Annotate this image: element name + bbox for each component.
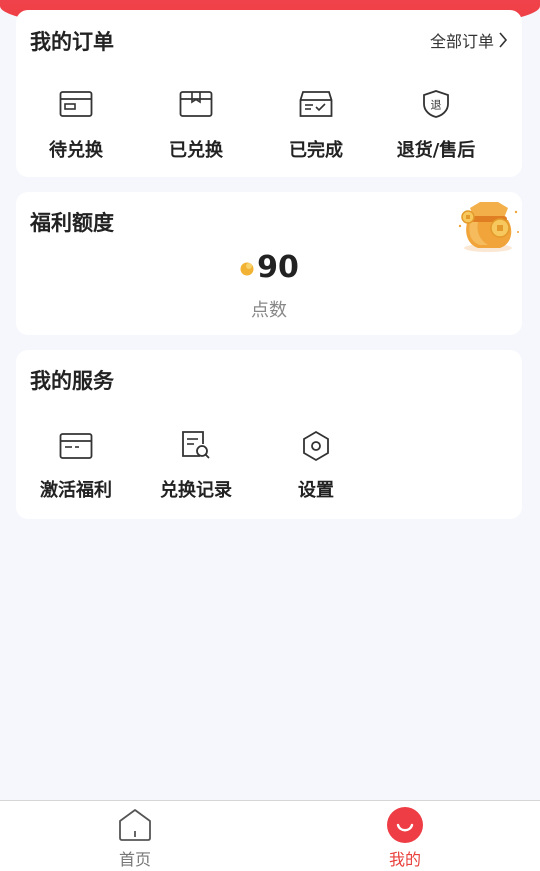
all-orders-link[interactable]: 全部订单	[430, 28, 508, 52]
order-completed-label: 已完成	[289, 140, 343, 161]
order-pending[interactable]: 待兑换	[16, 88, 136, 162]
welfare-title: 福利额度	[30, 211, 114, 235]
inbox-check-icon	[298, 88, 334, 120]
service-settings-label: 设置	[298, 480, 334, 501]
nav-home-label: 首页	[118, 850, 151, 869]
card-icon	[58, 88, 94, 120]
order-completed[interactable]: 已完成	[256, 88, 376, 162]
points-value: 90	[257, 250, 299, 285]
return-shield-icon: 退	[418, 88, 454, 120]
welfare-card: 福利额度 90 点数	[16, 192, 522, 335]
smile-icon	[387, 807, 423, 843]
home-icon	[117, 807, 153, 843]
svg-text:退: 退	[431, 99, 442, 112]
order-after-sales[interactable]: 退 退货/售后	[376, 88, 496, 162]
box-icon	[178, 88, 214, 120]
service-activate[interactable]: 激活福利	[16, 430, 136, 502]
service-settings[interactable]: 设置	[256, 430, 376, 502]
service-records-label: 兑换记录	[160, 480, 232, 501]
coin-icon	[240, 262, 254, 275]
bottom-nav: 首页 我的	[0, 800, 540, 871]
orders-title: 我的订单	[30, 30, 114, 54]
services-title: 我的服务	[30, 369, 114, 393]
service-records[interactable]: 兑换记录	[136, 430, 256, 502]
nav-mine-label: 我的	[388, 850, 421, 869]
points-label: 点数	[251, 300, 287, 321]
nav-home[interactable]: 首页	[75, 801, 195, 871]
record-search-icon	[178, 430, 214, 462]
chevron-right-icon	[499, 32, 508, 48]
points-display: 90	[16, 250, 522, 285]
order-redeemed[interactable]: 已兑换	[136, 88, 256, 162]
order-redeemed-label: 已兑换	[169, 140, 223, 161]
all-orders-label: 全部订单	[429, 32, 494, 51]
nav-mine[interactable]: 我的	[345, 801, 465, 871]
card-icon	[58, 430, 94, 462]
service-activate-label: 激活福利	[40, 480, 112, 501]
order-pending-label: 待兑换	[49, 140, 103, 161]
order-after-sales-label: 退货/售后	[396, 140, 476, 161]
settings-hexagon-icon	[298, 430, 334, 462]
services-card: 我的服务 激活福利 兑换记录 设置	[16, 350, 522, 519]
orders-card: 我的订单 全部订单 待兑换 已兑换 已完成 退 退货/售后	[16, 10, 522, 177]
